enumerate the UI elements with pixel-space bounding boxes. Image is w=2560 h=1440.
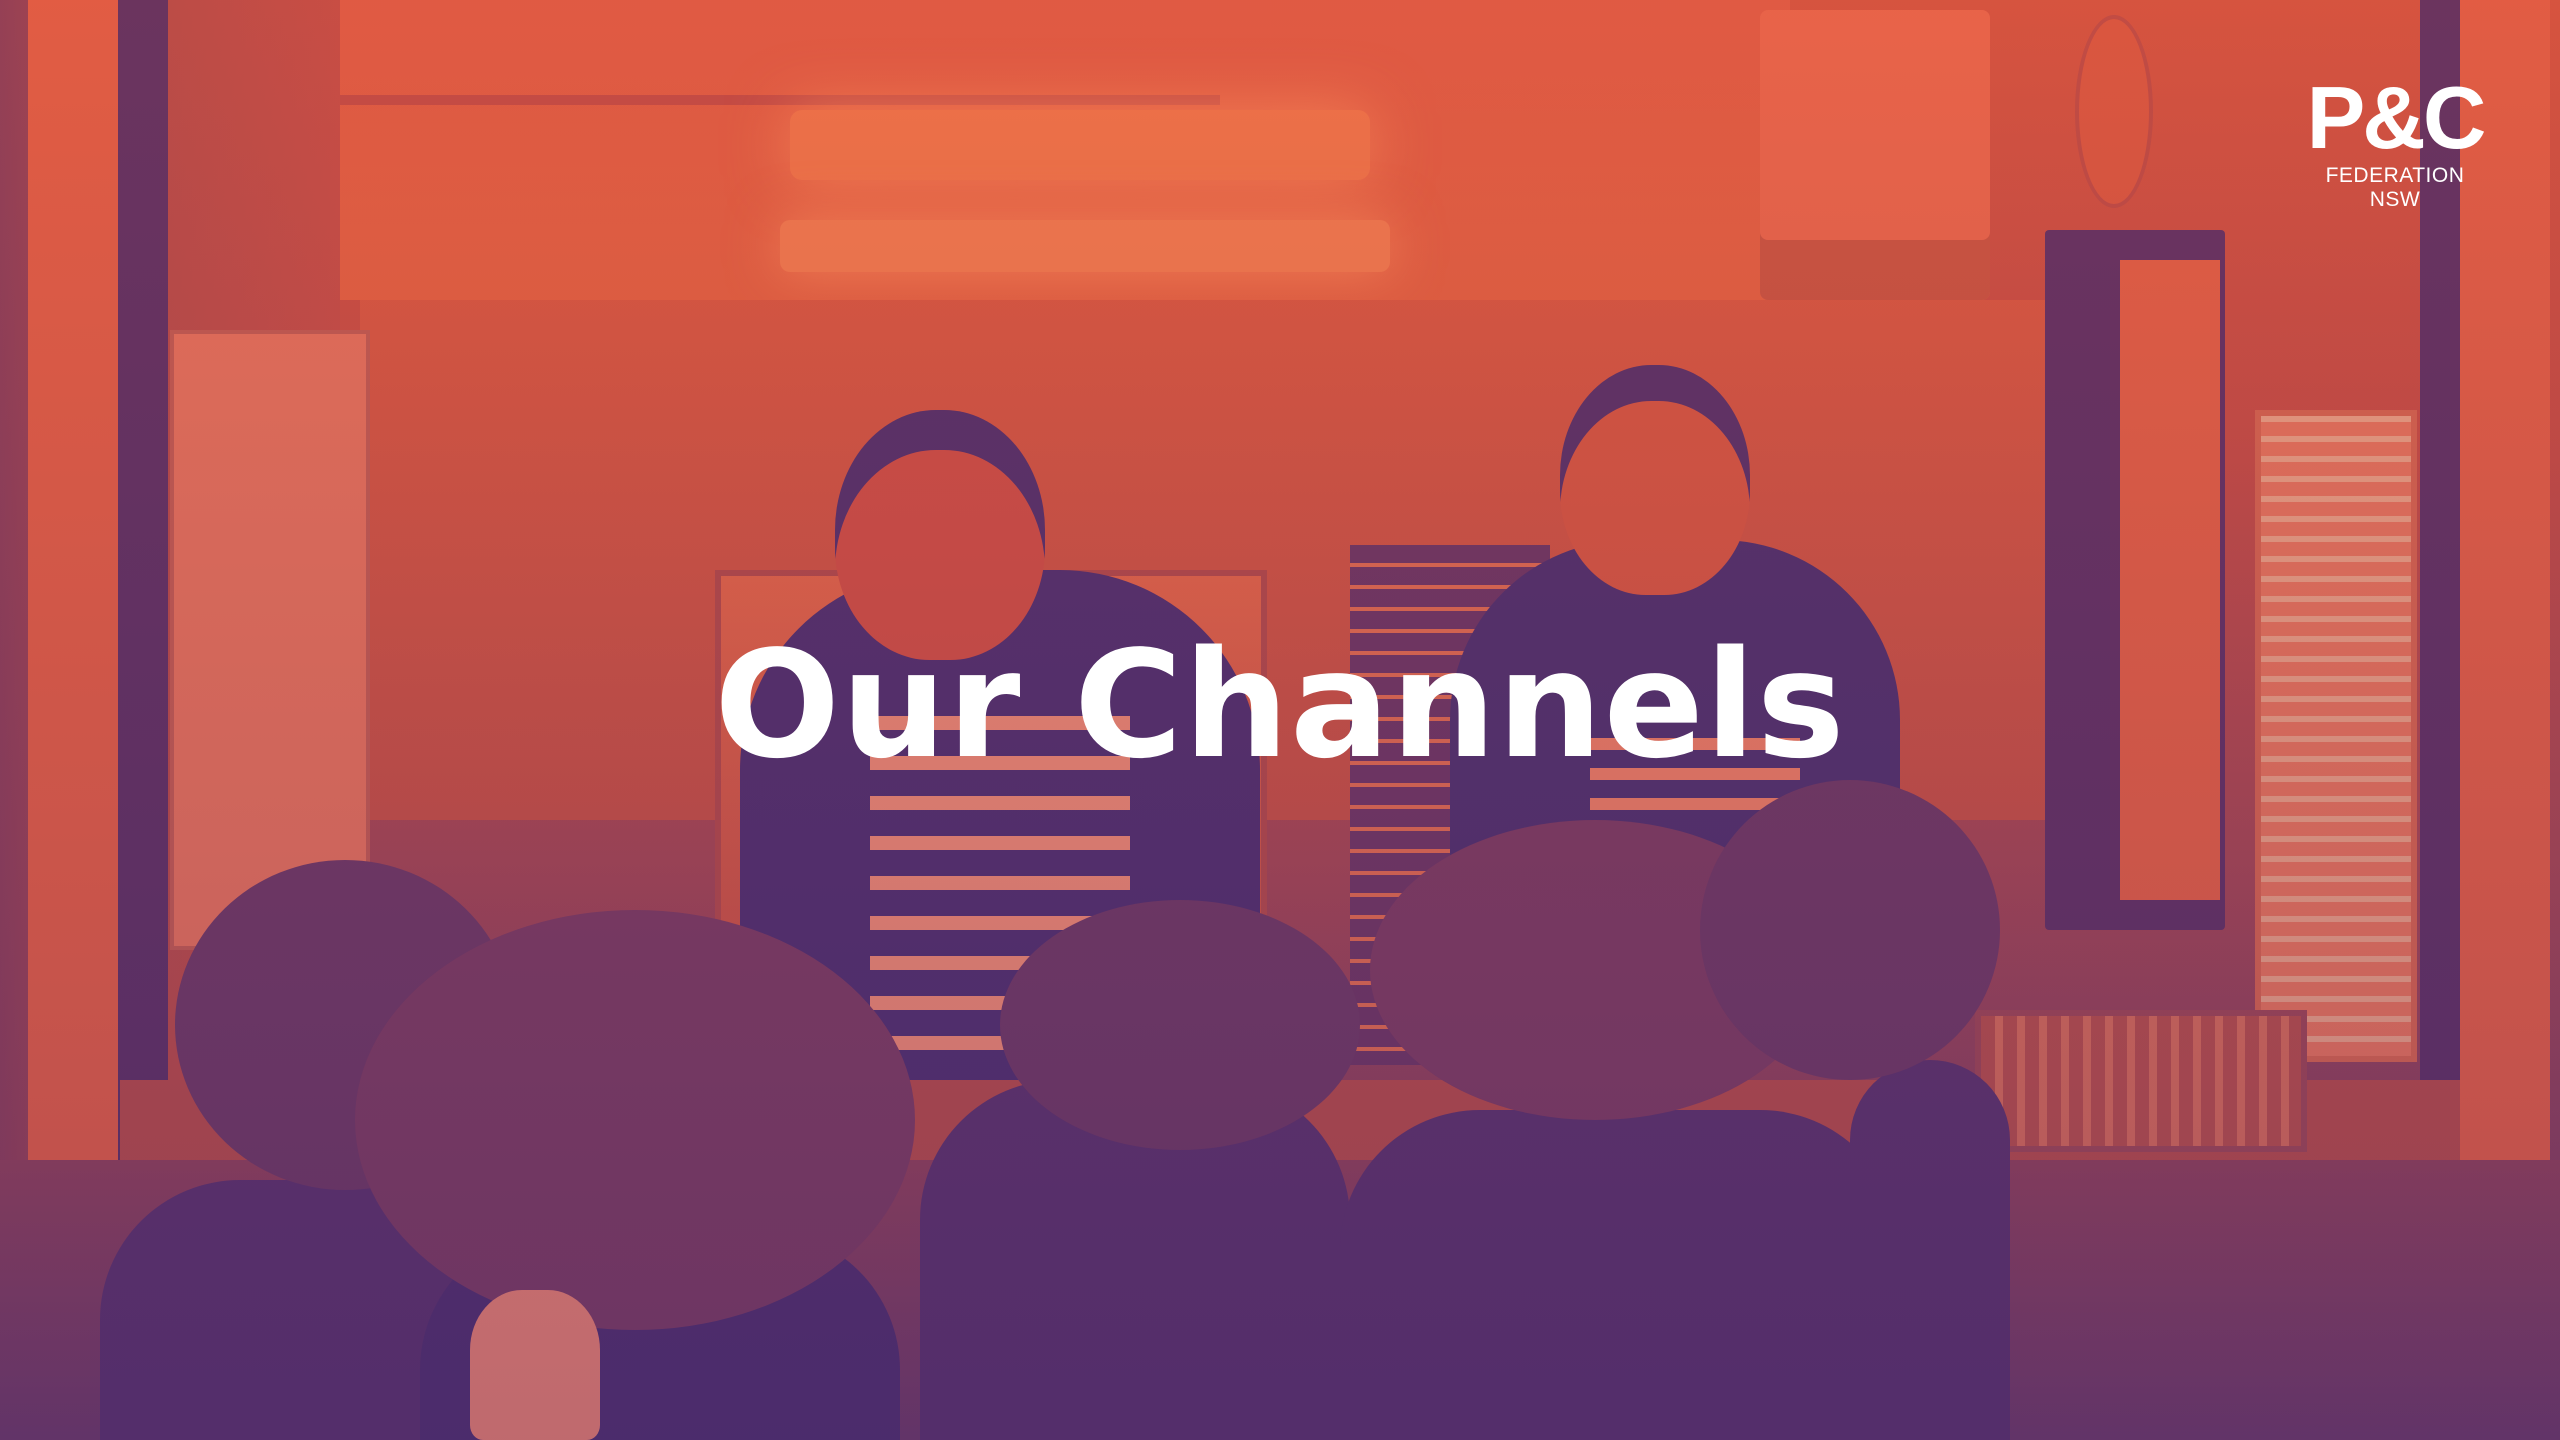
pc-federation-logo: P&C FEDERATION NSW: [2300, 68, 2490, 212]
slide-title: Our Channels: [714, 619, 1846, 791]
logo-subtitle: FEDERATION NSW: [2325, 164, 2465, 211]
logo-mark: P&C: [2306, 68, 2487, 167]
title-slide: Our Channels P&C FEDERATION NSW: [0, 0, 2560, 1440]
